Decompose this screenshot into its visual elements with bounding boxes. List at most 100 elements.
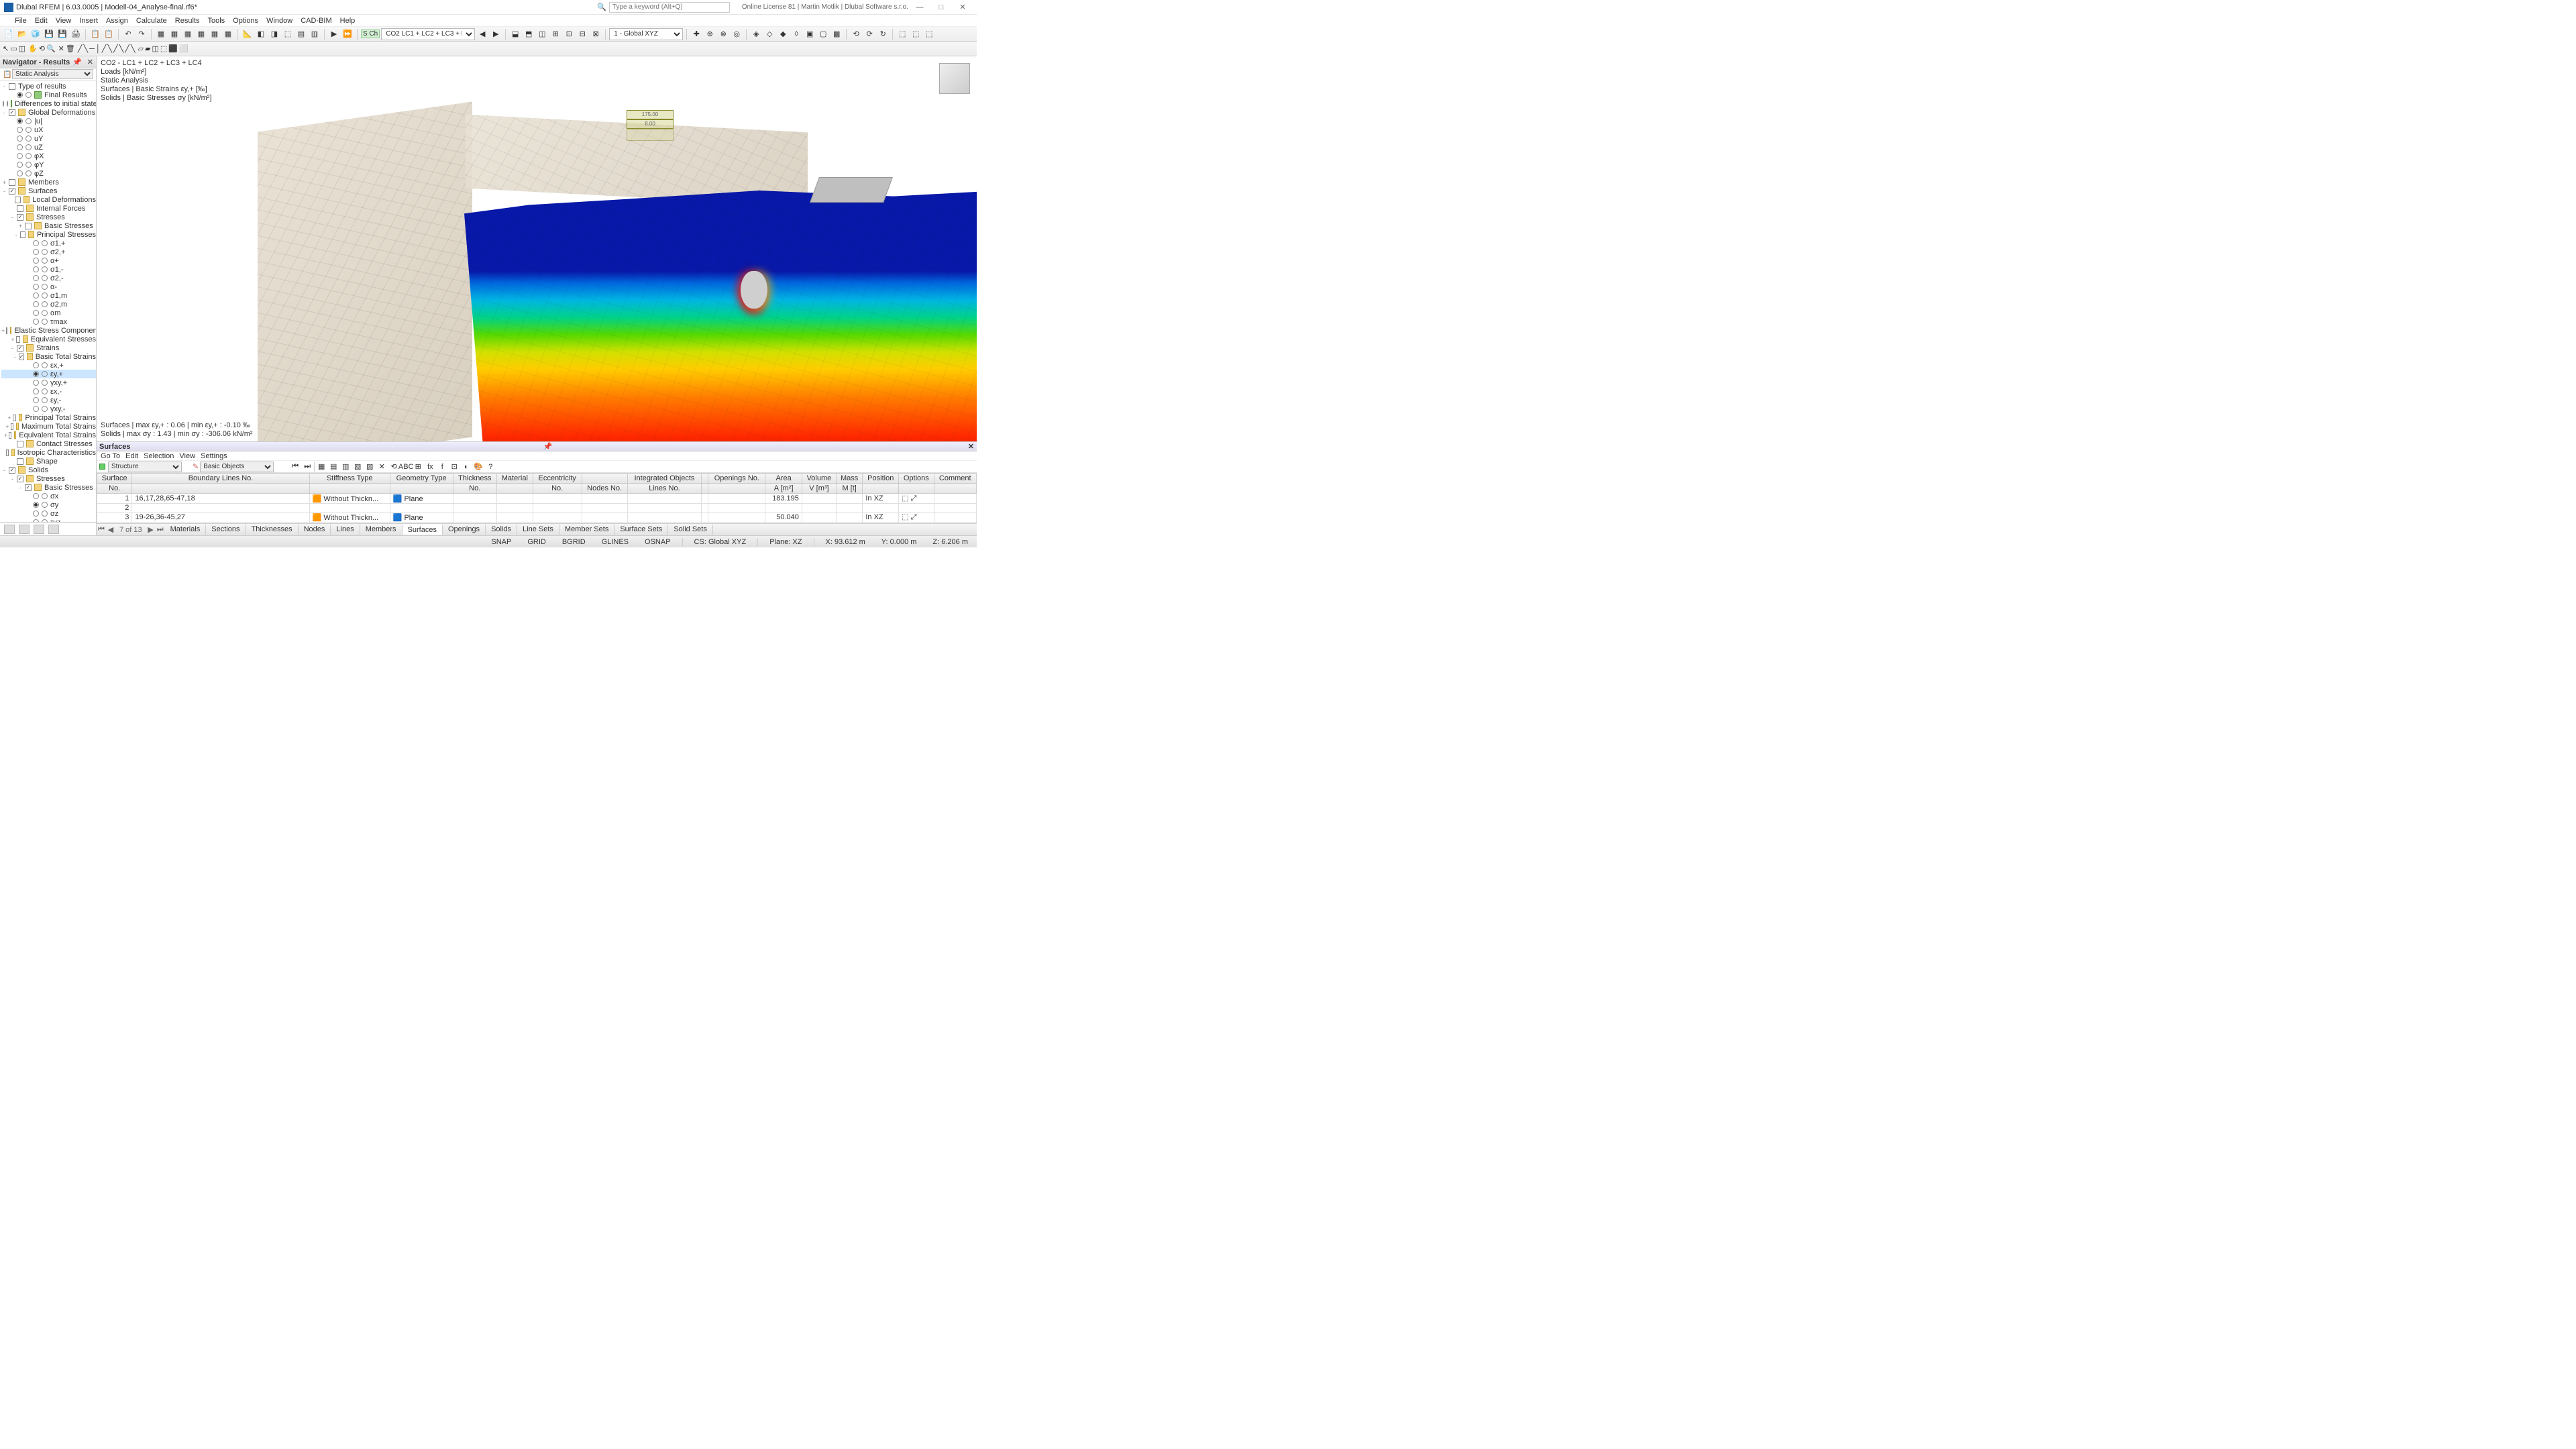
v6-button[interactable]: ⊟ <box>576 28 588 40</box>
tree-item[interactable]: σ2,- <box>1 274 96 282</box>
tree-item[interactable]: -Stresses <box>1 474 96 483</box>
v2-button[interactable]: ⬒ <box>523 28 535 40</box>
tab-openings[interactable]: Openings <box>443 525 486 535</box>
line9-button[interactable]: ╱ <box>125 44 129 53</box>
y1-button[interactable]: ◈ <box>750 28 762 40</box>
tab-first[interactable]: ⏮ <box>97 525 106 534</box>
search-input[interactable] <box>609 2 730 13</box>
tree-item[interactable]: σx <box>1 492 96 500</box>
tb-k[interactable]: f <box>437 462 447 472</box>
calc-button[interactable]: ▶ <box>328 28 340 40</box>
status-glines[interactable]: GLINES <box>597 537 633 547</box>
paste-button[interactable]: 📋 <box>103 28 115 40</box>
navigator-header[interactable]: Navigator - Results 📌 ✕ <box>0 56 96 68</box>
tree-item[interactable]: σy <box>1 500 96 509</box>
tb-m[interactable]: ◐ <box>461 462 472 472</box>
tree-item[interactable]: -Global Deformations <box>1 108 96 117</box>
tree-item[interactable]: εx,- <box>1 387 96 396</box>
grid-button[interactable]: ▦ <box>155 28 167 40</box>
tree-item[interactable]: σ2,m <box>1 300 96 309</box>
tree-item[interactable]: εx,+ <box>1 361 96 370</box>
tree-item[interactable]: Internal Forces <box>1 204 96 213</box>
tool5-button[interactable]: ▥ <box>309 28 321 40</box>
tree-item[interactable]: +Elastic Stress Components <box>1 326 96 335</box>
tree-item[interactable]: εy,- <box>1 396 96 405</box>
tree-item[interactable]: -Basic Stresses <box>1 483 96 492</box>
undo-button[interactable]: ↶ <box>122 28 134 40</box>
tab-member-sets[interactable]: Member Sets <box>559 525 614 535</box>
close-panel-icon[interactable]: ✕ <box>87 58 93 66</box>
menu-calculate[interactable]: Calculate <box>132 17 171 25</box>
menu-options[interactable]: Options <box>229 17 262 25</box>
tb-j[interactable]: fx <box>425 462 435 472</box>
tb-n[interactable]: 🎨 <box>473 462 484 472</box>
sel-rect[interactable]: ▭ <box>10 44 17 53</box>
tab-materials[interactable]: Materials <box>165 525 207 535</box>
menu-assign[interactable]: Assign <box>102 17 132 25</box>
v4-button[interactable]: ⊞ <box>549 28 561 40</box>
tab-sections[interactable]: Sections <box>206 525 246 535</box>
x1-button[interactable]: ✚ <box>690 28 702 40</box>
tab-surface-sets[interactable]: Surface Sets <box>614 525 668 535</box>
x2-button[interactable]: ⊕ <box>704 28 716 40</box>
tab-nodes[interactable]: Nodes <box>299 525 331 535</box>
tool1-button[interactable]: ◧ <box>255 28 267 40</box>
tree-item[interactable]: -Stresses <box>1 213 96 221</box>
table-menu-view[interactable]: View <box>179 452 195 460</box>
tree-item[interactable]: -Surfaces <box>1 186 96 195</box>
nav-data-icon[interactable] <box>4 525 15 534</box>
close-button[interactable]: ✕ <box>953 1 973 13</box>
y4-button[interactable]: ◊ <box>790 28 802 40</box>
tool2-button[interactable]: ◨ <box>268 28 280 40</box>
table-menu-edit[interactable]: Edit <box>125 452 138 460</box>
table-menu-settings[interactable]: Settings <box>201 452 227 460</box>
tool3-button[interactable]: ⬚ <box>282 28 294 40</box>
tab-line-sets[interactable]: Line Sets <box>517 525 559 535</box>
line-button[interactable]: ╱ <box>78 44 83 53</box>
print-button[interactable]: 🖨 <box>70 28 82 40</box>
menu-file[interactable]: File <box>11 17 31 25</box>
w2-button[interactable]: ⬚ <box>910 28 922 40</box>
grid5-button[interactable]: ▦ <box>209 28 221 40</box>
menu-tools[interactable]: Tools <box>203 17 229 25</box>
menu-cadbim[interactable]: CAD-BIM <box>297 17 335 25</box>
tree-item[interactable]: Differences to initial state <box>1 99 96 108</box>
z3-button[interactable]: ↻ <box>877 28 889 40</box>
tb-b[interactable]: ▤ <box>328 462 339 472</box>
tree-item[interactable]: σ1,- <box>1 265 96 274</box>
tree-item[interactable]: α+ <box>1 256 96 265</box>
tab-thicknesses[interactable]: Thicknesses <box>246 525 298 535</box>
line6-button[interactable]: ╲ <box>107 44 112 53</box>
global-cs-combo[interactable]: 1 - Global XYZ <box>609 28 683 40</box>
tb-a[interactable]: ▦ <box>316 462 327 472</box>
v7-button[interactable]: ⊠ <box>590 28 602 40</box>
tree-item[interactable]: +Basic Stresses <box>1 221 96 230</box>
tree-item[interactable]: φZ <box>1 169 96 178</box>
tree-item[interactable]: αm <box>1 309 96 317</box>
tree-item[interactable]: +Equivalent Stresses <box>1 335 96 343</box>
y5-button[interactable]: ▣ <box>804 28 816 40</box>
menu-help[interactable]: Help <box>336 17 360 25</box>
tb-nav-first[interactable]: ⏮ <box>290 462 301 472</box>
table-menu-goto[interactable]: Go To <box>101 452 120 460</box>
grid2-button[interactable]: ▦ <box>168 28 180 40</box>
rotate-button[interactable]: ⟲ <box>39 44 45 53</box>
tab-prev[interactable]: ◀ <box>106 525 115 534</box>
cross-button[interactable]: ✕ <box>58 44 64 53</box>
new-button[interactable]: 📄 <box>3 28 15 40</box>
table-title-bar[interactable]: Surfaces 📌 ✕ <box>97 442 977 451</box>
tree-item[interactable]: φX <box>1 152 96 160</box>
grid3-button[interactable]: ▦ <box>182 28 194 40</box>
tree-item[interactable]: Contact Stresses <box>1 439 96 448</box>
tb-d[interactable]: ▧ <box>352 462 363 472</box>
tb-c[interactable]: ▥ <box>340 462 351 472</box>
v3-button[interactable]: ◫ <box>536 28 548 40</box>
tree-item[interactable]: |u| <box>1 117 96 125</box>
grid4-button[interactable]: ▦ <box>195 28 207 40</box>
tree-item[interactable]: uY <box>1 134 96 143</box>
tree-item[interactable]: -Type of results <box>1 82 96 91</box>
x4-button[interactable]: ◎ <box>731 28 743 40</box>
tab-solids[interactable]: Solids <box>486 525 517 535</box>
sel3[interactable]: ◫ <box>19 44 25 53</box>
tree-item[interactable]: +Principal Total Strains <box>1 413 96 422</box>
